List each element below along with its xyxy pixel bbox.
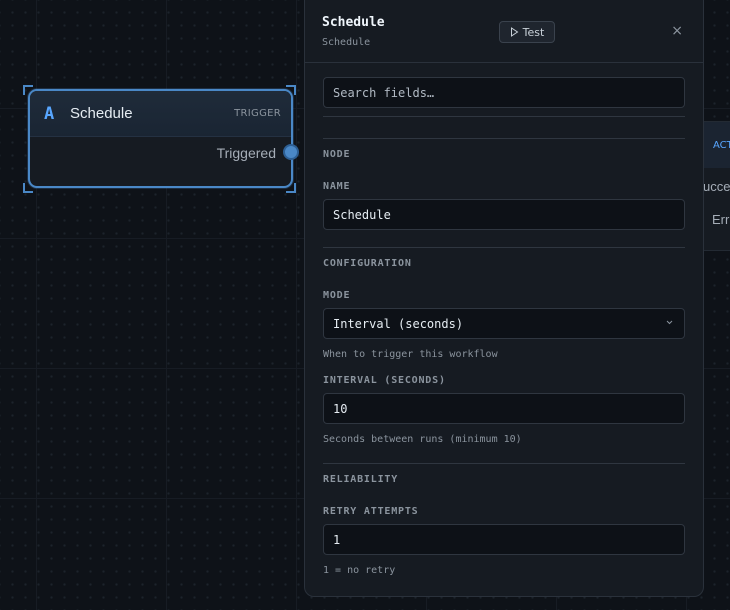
test-button-label: Test bbox=[522, 25, 545, 39]
retry-attempts-hint: 1 = no retry bbox=[323, 565, 396, 576]
mode-label: MODE bbox=[323, 290, 351, 301]
chevron-down-icon bbox=[666, 320, 673, 325]
name-label: NAME bbox=[323, 181, 351, 192]
mode-select[interactable]: Interval (seconds) bbox=[323, 308, 685, 339]
node-settings-panel: Schedule Schedule Test × NODE NAME Sched… bbox=[304, 0, 704, 597]
interval-label: INTERVAL (SECONDS) bbox=[323, 375, 446, 386]
interval-hint: Seconds between runs (minimum 10) bbox=[323, 434, 522, 445]
trigger-node-title: Schedule bbox=[70, 105, 133, 122]
divider bbox=[323, 247, 685, 248]
interval-input-value: 10 bbox=[333, 401, 348, 416]
output-port[interactable] bbox=[283, 144, 299, 160]
trigger-node-type-badge: TRIGGER bbox=[234, 108, 281, 119]
divider bbox=[323, 138, 685, 139]
retry-attempts-input[interactable]: 1 bbox=[323, 524, 685, 555]
search-fields-input[interactable] bbox=[323, 77, 685, 108]
output-label-triggered: Triggered bbox=[216, 145, 276, 161]
trigger-node-body: Triggered bbox=[30, 137, 299, 186]
section-title-reliability: RELIABILITY bbox=[323, 474, 399, 485]
trigger-node-schedule[interactable]: A Schedule TRIGGER Triggered bbox=[28, 89, 299, 188]
play-icon bbox=[510, 27, 519, 37]
panel-header: Schedule Schedule Test × bbox=[305, 0, 703, 63]
action-node-output-success: ucce bbox=[703, 179, 730, 194]
test-button[interactable]: Test bbox=[499, 21, 555, 43]
mode-select-value: Interval (seconds) bbox=[333, 316, 464, 331]
action-node-type: ACT bbox=[713, 140, 730, 151]
panel-body: NODE NAME Schedule CONFIGURATION MODE In… bbox=[305, 63, 703, 576]
retry-attempts-label: RETRY ATTEMPTS bbox=[323, 506, 419, 517]
retry-attempts-value: 1 bbox=[333, 532, 341, 547]
section-title-node: NODE bbox=[323, 149, 351, 160]
close-icon[interactable]: × bbox=[671, 24, 683, 38]
divider bbox=[323, 116, 685, 117]
section-title-configuration: CONFIGURATION bbox=[323, 258, 412, 269]
action-node-output-error: Err bbox=[712, 212, 730, 227]
mode-hint: When to trigger this workflow bbox=[323, 349, 498, 360]
name-input-value: Schedule bbox=[333, 207, 391, 222]
node-type-icon: A bbox=[44, 103, 55, 124]
trigger-node-header: A Schedule TRIGGER bbox=[30, 91, 291, 137]
divider bbox=[323, 463, 685, 464]
name-input[interactable]: Schedule bbox=[323, 199, 685, 230]
interval-input[interactable]: 10 bbox=[323, 393, 685, 424]
